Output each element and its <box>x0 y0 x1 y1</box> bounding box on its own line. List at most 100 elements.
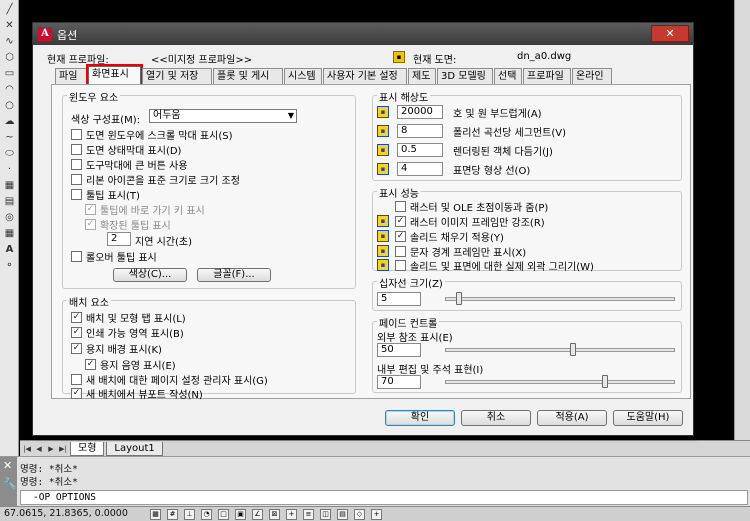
next-tab-icon[interactable]: ▶ <box>46 443 56 455</box>
polar-tracking-icon[interactable]: ◔ <box>201 509 212 520</box>
paper-shadow-checkbox[interactable]: ✓ <box>85 359 96 370</box>
quick-properties-icon[interactable]: ▤ <box>337 509 348 520</box>
rollover-checkbox[interactable] <box>71 251 82 262</box>
help-button[interactable]: 도움말(H) <box>613 410 683 426</box>
statusbar-checkbox-row[interactable]: 도면 상태막대 표시(D) <box>71 143 181 157</box>
revcloud-icon[interactable]: ☁ <box>3 116 16 127</box>
raster-frame-checkbox[interactable]: ✓ <box>395 216 406 227</box>
fonts-button[interactable]: 글꼴(F)... <box>197 268 271 282</box>
snap-mode-icon[interactable]: ▦ <box>150 509 161 520</box>
tab-open-save[interactable]: 열기 및 저장 <box>142 68 212 84</box>
xref-fade-slider-track[interactable] <box>445 348 675 352</box>
circle-icon[interactable]: ○ <box>3 100 16 111</box>
prev-tab-icon[interactable]: ◀ <box>34 443 44 455</box>
customize-icon[interactable]: 🔧 <box>3 477 17 490</box>
dynamic-input-icon[interactable]: + <box>286 509 297 520</box>
tab-layout1[interactable]: Layout1 <box>106 441 163 456</box>
grid-display-icon[interactable]: # <box>167 509 178 520</box>
crosshair-size-input[interactable]: 5 <box>377 292 421 306</box>
construction-line-icon[interactable]: ✕ <box>3 20 16 31</box>
extended-tooltips-checkbox-row[interactable]: ✓ 확장된 툴팁 표시 <box>85 218 171 232</box>
tab-display[interactable]: 화면표시 <box>86 64 143 87</box>
text-frame-row[interactable]: 문자 경계 프레임만 표시(X) <box>395 245 526 259</box>
colors-button[interactable]: 색상(C)... <box>113 268 187 282</box>
transparency-icon[interactable]: ◫ <box>320 509 331 520</box>
tooltip-delay-input[interactable]: 2 <box>107 232 131 246</box>
otrack-icon[interactable]: ∠ <box>252 509 263 520</box>
page-setup-checkbox[interactable] <box>71 374 82 385</box>
paper-background-checkbox[interactable]: ✓ <box>71 343 82 354</box>
ok-button[interactable]: 확인 <box>385 410 455 426</box>
crosshair-slider-track[interactable] <box>445 297 675 301</box>
large-buttons-checkbox[interactable] <box>71 159 82 170</box>
tab-system[interactable]: 시스템 <box>284 68 322 84</box>
hatch-icon[interactable]: ▦ <box>3 180 16 191</box>
extended-tooltips-checkbox[interactable]: ✓ <box>85 219 96 230</box>
create-viewport-checkbox-row[interactable]: ✓ 새 배치에서 뷰포트 작성(N) <box>71 387 203 401</box>
annotation-monitor-icon[interactable]: + <box>371 509 382 520</box>
object-snap-icon[interactable]: □ <box>218 509 229 520</box>
paper-shadow-checkbox-row[interactable]: ✓ 용지 음영 표시(E) <box>85 358 176 372</box>
tab-3d-modeling[interactable]: 3D 모델링 <box>437 68 493 84</box>
shortcut-keys-checkbox-row[interactable]: ✓ 툴팁에 바로 가기 키 표시 <box>85 203 205 217</box>
ucs-icon[interactable]: ⊠ <box>269 509 280 520</box>
add-selected-icon[interactable]: ⚬ <box>3 260 16 271</box>
layout-tabs-checkbox[interactable]: ✓ <box>71 312 82 323</box>
close-icon[interactable]: ✕ <box>3 459 12 472</box>
crosshair-slider-thumb[interactable] <box>456 292 463 305</box>
arc-icon[interactable]: ◠ <box>3 84 16 95</box>
text-frame-checkbox[interactable] <box>395 246 406 257</box>
lineweight-icon[interactable]: ≡ <box>303 509 314 520</box>
solid-fill-checkbox[interactable]: ✓ <box>395 231 406 242</box>
raster-frame-row[interactable]: ✓ 래스터 이미지 프레임만 강조(R) <box>395 215 545 229</box>
silhouettes-row[interactable]: 솔리드 및 표면에 대한 실제 외곽 그리기(W) <box>395 259 594 273</box>
last-tab-icon[interactable]: ▶| <box>58 443 68 455</box>
raster-ole-pan-row[interactable]: 래스터 및 OLE 초점이동과 줌(P) <box>395 200 548 214</box>
inplace-fade-slider-thumb[interactable] <box>601 375 608 388</box>
paper-background-checkbox-row[interactable]: ✓ 용지 배경 표시(K) <box>71 342 162 356</box>
tab-plot-publish[interactable]: 플롯 및 게시 <box>213 68 283 84</box>
gradient-icon[interactable]: ▤ <box>3 196 16 207</box>
raster-ole-pan-checkbox[interactable] <box>395 201 406 212</box>
silhouettes-checkbox[interactable] <box>395 260 406 271</box>
3d-osnap-icon[interactable]: ▣ <box>235 509 246 520</box>
xref-fade-slider-thumb[interactable] <box>570 343 577 356</box>
contour-lines-input[interactable]: 4 <box>397 162 443 176</box>
region-icon[interactable]: ◎ <box>3 212 16 223</box>
point-icon[interactable]: · <box>3 164 16 175</box>
command-input[interactable]: -OP OPTIONS <box>20 490 748 505</box>
text-icon[interactable]: A <box>3 244 16 255</box>
large-buttons-checkbox-row[interactable]: 도구막대에 큰 버튼 사용 <box>71 158 188 172</box>
printable-area-checkbox[interactable]: ✓ <box>71 327 82 338</box>
ribbon-icons-checkbox-row[interactable]: 리본 아이콘을 표준 크기로 크기 조정 <box>71 173 240 187</box>
printable-area-checkbox-row[interactable]: ✓ 인쇄 가능 영역 표시(B) <box>71 326 184 340</box>
spline-icon[interactable]: ~ <box>3 132 16 143</box>
dialog-titlebar[interactable]: A 옵션 ✕ <box>33 23 693 45</box>
tooltips-checkbox[interactable] <box>71 189 82 200</box>
first-tab-icon[interactable]: |◀ <box>22 443 32 455</box>
scrollbar-checkbox[interactable] <box>71 129 82 140</box>
layout-tabs-checkbox-row[interactable]: ✓ 배치 및 모형 탭 표시(L) <box>71 311 186 325</box>
polyline-icon[interactable]: ∿ <box>3 36 16 47</box>
cancel-button[interactable]: 취소 <box>461 410 531 426</box>
close-button[interactable]: ✕ <box>651 25 689 42</box>
polygon-icon[interactable]: ⬡ <box>3 52 16 63</box>
tooltips-checkbox-row[interactable]: 툴팁 표시(T) <box>71 188 140 202</box>
tab-online[interactable]: 온라인 <box>572 68 612 84</box>
line-tool-icon[interactable]: ╱ <box>3 4 16 15</box>
scrollbar-checkbox-row[interactable]: 도면 윈도우에 스크롤 막대 표시(S) <box>71 128 232 142</box>
tab-user-preferences[interactable]: 사용자 기본 설정 <box>323 68 407 84</box>
command-window-handle[interactable]: ✕ 🔧 <box>0 457 17 507</box>
arc-smoothness-input[interactable]: 20000 <box>397 105 443 119</box>
tab-drafting[interactable]: 제도 <box>408 68 436 84</box>
inplace-fade-input[interactable]: 70 <box>377 375 421 389</box>
tab-model[interactable]: 모형 <box>70 441 105 456</box>
tab-files[interactable]: 파일 <box>55 68 87 84</box>
apply-button[interactable]: 적용(A) <box>537 410 607 426</box>
create-viewport-checkbox[interactable]: ✓ <box>71 388 82 399</box>
color-scheme-select[interactable]: 어두움 ▼ <box>149 109 297 123</box>
rectangle-icon[interactable]: ▭ <box>3 68 16 79</box>
statusbar-checkbox[interactable] <box>71 144 82 155</box>
xref-fade-input[interactable]: 50 <box>377 343 421 357</box>
ortho-mode-icon[interactable]: ⊥ <box>184 509 195 520</box>
